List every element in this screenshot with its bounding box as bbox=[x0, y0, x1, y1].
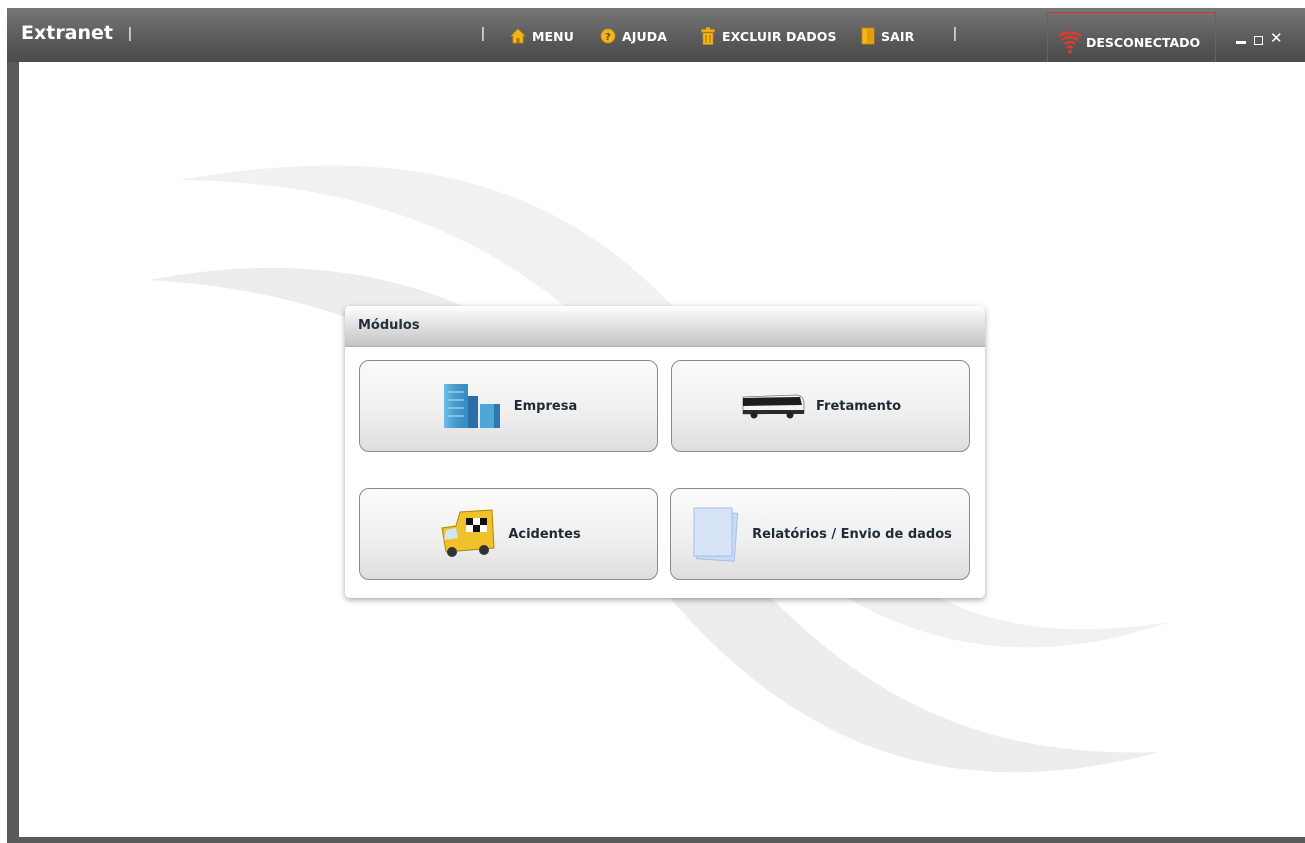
menu-label: MENU bbox=[532, 28, 574, 44]
module-acidentes-button[interactable]: Acidentes bbox=[359, 488, 658, 580]
close-icon[interactable]: ✕ bbox=[1270, 29, 1283, 47]
main-content: Módulos Empresa Fretamento Acidentes Rel… bbox=[19, 62, 1305, 837]
title-separator: | bbox=[128, 25, 132, 42]
module-relatorios-button[interactable]: Relatórios / Envio de dados bbox=[670, 488, 970, 580]
menu-button[interactable]: MENU bbox=[510, 25, 574, 47]
minimize-icon[interactable] bbox=[1236, 41, 1246, 44]
maximize-icon[interactable] bbox=[1254, 36, 1263, 45]
module-fretamento-label: Fretamento bbox=[815, 398, 902, 414]
exit-label: SAIR bbox=[881, 28, 915, 44]
help-label: AJUDA bbox=[622, 28, 668, 44]
signal-icon bbox=[1058, 31, 1082, 54]
building-icon bbox=[443, 384, 500, 428]
module-empresa-button[interactable]: Empresa bbox=[359, 360, 658, 452]
help-button[interactable]: ? AJUDA bbox=[600, 25, 667, 47]
connection-status-label: DESCONECTADO bbox=[1086, 34, 1201, 50]
module-empresa-label: Empresa bbox=[513, 398, 578, 414]
documents-icon bbox=[693, 507, 739, 562]
modules-panel: Módulos Empresa Fretamento Acidentes Rel… bbox=[345, 306, 985, 598]
nav-separator-right: | bbox=[953, 25, 957, 42]
title-bar: Extranet | | MENU ? AJUDA EXCLUIR DADOS … bbox=[7, 8, 1305, 68]
app-title: Extranet bbox=[21, 22, 114, 44]
module-fretamento-button[interactable]: Fretamento bbox=[671, 360, 970, 452]
modules-panel-header: Módulos bbox=[345, 306, 985, 347]
trash-icon bbox=[701, 27, 715, 45]
accident-truck-icon bbox=[441, 509, 495, 557]
delete-data-button[interactable]: EXCLUIR DADOS bbox=[700, 25, 837, 47]
connection-status[interactable]: DESCONECTADO bbox=[1057, 30, 1200, 54]
bus-icon bbox=[742, 394, 805, 419]
delete-data-label: EXCLUIR DADOS bbox=[722, 28, 837, 44]
exit-door-icon bbox=[861, 27, 875, 45]
svg-text:?: ? bbox=[605, 32, 611, 43]
app-window: Extranet | | MENU ? AJUDA EXCLUIR DADOS … bbox=[7, 8, 1305, 843]
home-icon bbox=[510, 28, 526, 44]
module-acidentes-label: Acidentes bbox=[508, 526, 581, 542]
modules-panel-title: Módulos bbox=[358, 318, 420, 333]
nav-separator-left: | bbox=[481, 25, 485, 42]
help-icon: ? bbox=[600, 28, 616, 44]
module-relatorios-label: Relatórios / Envio de dados bbox=[752, 526, 952, 542]
exit-button[interactable]: SAIR bbox=[861, 25, 914, 47]
